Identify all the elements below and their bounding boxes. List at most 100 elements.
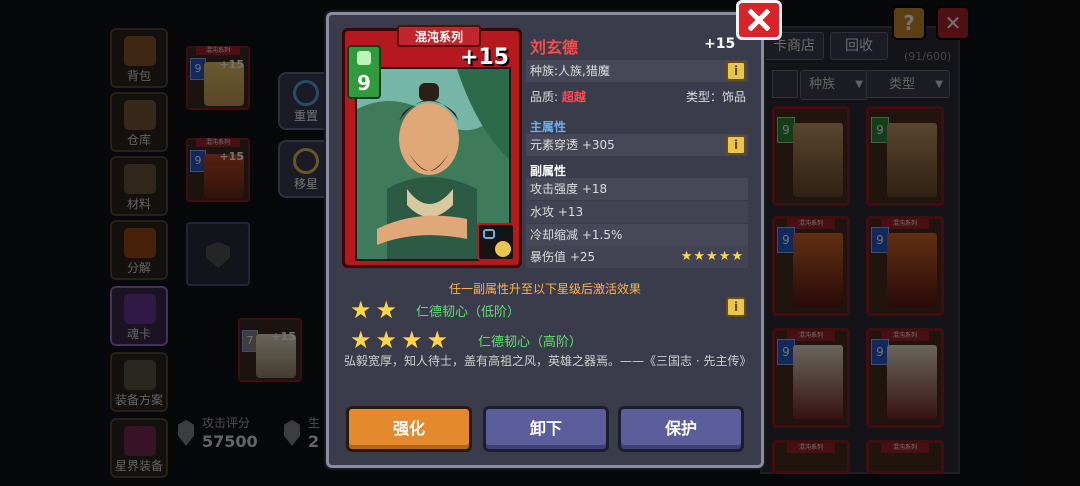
card-cost-badge: 9 — [347, 45, 381, 99]
sub-attribute-title: 副属性 — [530, 164, 567, 178]
star-icon: ★ — [401, 326, 423, 354]
empty-card-slot[interactable] — [186, 222, 250, 286]
sidebar-item-label: 仓库 — [126, 133, 151, 147]
card-portrait — [887, 123, 937, 197]
shield-icon — [206, 242, 230, 268]
card-plus-level: +15 — [219, 58, 244, 71]
equipment-plan-icon — [124, 360, 156, 390]
swap-icon — [483, 229, 495, 239]
astral-equipment-icon — [124, 426, 156, 456]
card-portrait — [793, 233, 843, 307]
card-cost: 9 — [357, 71, 371, 95]
inventory-card[interactable]: 混沌系列 — [772, 440, 850, 474]
equipped-card-slot[interactable]: 7 +15 — [238, 318, 302, 382]
inventory-card[interactable]: 9 — [772, 106, 850, 206]
sub-attribute-row: 攻击强度 +18 — [526, 178, 748, 200]
star-icon: ★ — [350, 326, 372, 354]
info-icon[interactable]: i — [726, 297, 746, 317]
equipped-card-slot[interactable]: 混沌系列 9 +15 — [186, 138, 250, 202]
inventory-card[interactable]: 混沌系列 — [866, 440, 944, 474]
star-icon: ★ — [718, 249, 731, 264]
card-portrait — [793, 123, 843, 197]
tab-recycle[interactable]: 回收 — [830, 32, 888, 60]
race-text: 种族:人族,猎魔 — [530, 64, 610, 78]
chevron-down-icon: ▼ — [935, 79, 943, 90]
exit-button[interactable]: ✕ — [936, 6, 970, 40]
help-button[interactable]: ? — [892, 6, 926, 40]
sword-icon — [178, 420, 194, 446]
activation-hint: 任一副属性升至以下星级后激活效果 — [448, 282, 641, 296]
type-filter-dropdown[interactable]: 类型 ▼ — [866, 70, 950, 98]
enhance-button[interactable]: 强化 — [346, 406, 472, 452]
card-series-label: 混沌系列 — [881, 443, 929, 453]
unequip-button[interactable]: 卸下 — [483, 406, 609, 452]
move-star-label: 移星 — [293, 177, 318, 191]
sidebar-item-label: 星界装备 — [114, 459, 163, 473]
defense-score-value: 2 — [308, 432, 320, 451]
card-series-label: 混沌系列 — [787, 443, 835, 453]
quality-value: 超越 — [561, 90, 586, 104]
skull-icon — [495, 241, 511, 257]
main-attribute-row: 元素穿透 +305 — [526, 134, 748, 156]
sub-attribute-row: 冷却缩减 +1.5% — [526, 224, 748, 246]
race-filter-label: 种族 — [809, 77, 836, 92]
inventory-card[interactable]: 混沌系列 9 — [772, 216, 850, 316]
sidebar-item-label: 魂卡 — [126, 327, 151, 341]
sidebar-item-backpack[interactable]: 背包 — [110, 28, 168, 88]
sub-attribute-value: 冷却缩减 +1.5% — [530, 228, 623, 242]
sidebar-item-equipment-plan[interactable]: 装备方案 — [110, 352, 168, 412]
protect-button[interactable]: 保护 — [618, 406, 744, 452]
inventory-card[interactable]: 混沌系列 9 — [866, 216, 944, 316]
card-portrait — [887, 233, 937, 307]
swap-icon — [293, 148, 319, 174]
soul-card-icon — [124, 294, 156, 324]
star-icon: ★ — [680, 249, 693, 264]
set-low-label: 仁德韧心（低阶） — [416, 305, 521, 320]
main-attribute-title: 主属性 — [530, 120, 567, 134]
inventory-card[interactable]: 9 — [866, 106, 944, 206]
close-button[interactable] — [736, 0, 782, 40]
race-row: 种族:人族,猎魔 — [526, 60, 748, 82]
star-icon: ★ — [350, 296, 372, 324]
star-icon: ★ — [731, 249, 743, 264]
card-series-label: 混沌系列 — [196, 46, 240, 55]
attack-score-label: 攻击评分 — [202, 416, 251, 430]
sub-attribute-row: 水攻 +13 — [526, 201, 748, 223]
race-filter-dropdown[interactable]: 种族 ▼ — [800, 70, 868, 100]
info-icon[interactable]: i — [726, 61, 746, 81]
info-icon[interactable]: i — [726, 135, 746, 155]
sidebar-item-soul-card[interactable]: 魂卡 — [110, 286, 168, 346]
card-portrait — [793, 345, 843, 419]
inventory-card[interactable]: 混沌系列 9 — [772, 328, 850, 428]
card-plus-level: +15 — [219, 150, 244, 163]
star-icon: ★ — [375, 326, 398, 354]
sidebar-item-label: 材料 — [126, 197, 151, 211]
star-icon: ★ — [375, 296, 398, 324]
ability-icon — [477, 223, 515, 261]
sidebar-item-materials[interactable]: 材料 — [110, 156, 168, 216]
sidebar-item-astral-equipment[interactable]: 星界装备 — [110, 418, 168, 478]
inventory-card[interactable]: 混沌系列 9 — [866, 328, 944, 428]
flavor-quote: 弘毅宽厚，知人待士，盖有高祖之风，英雄之器焉。——《三国志 · 先主传》 — [344, 354, 752, 368]
card-series-tag: 混沌系列 — [397, 25, 481, 47]
card-enhance-level: +15 — [459, 45, 509, 70]
sidebar-item-decompose[interactable]: 分解 — [110, 220, 168, 280]
hero-card: 混沌系列 9 +15 — [342, 25, 522, 268]
card-series-label: 混沌系列 — [196, 138, 240, 147]
main-attribute-value: 元素穿透 +305 — [530, 138, 615, 152]
set-low-stars: ★ ★ — [350, 296, 401, 324]
grid-view-icon[interactable] — [772, 70, 798, 98]
sidebar-item-storage[interactable]: 仓库 — [110, 92, 168, 152]
sub-attribute-row: 暴伤值 +25 ★★★★★ — [526, 246, 748, 268]
refresh-icon — [293, 80, 319, 106]
sidebar-item-label: 装备方案 — [114, 393, 163, 407]
sub-attribute-value: 攻击强度 +18 — [530, 182, 608, 196]
card-portrait — [887, 345, 937, 419]
sidebar-item-label: 背包 — [126, 69, 151, 83]
potion-icon — [357, 51, 371, 65]
star-icon: ★ — [426, 326, 449, 354]
type-filter-label: 类型 — [889, 77, 916, 92]
sidebar-item-label: 分解 — [126, 261, 151, 275]
quality-row: 品质: 超越 类型：饰品 — [526, 86, 748, 108]
equipped-card-slot[interactable]: 混沌系列 9 +15 — [186, 46, 250, 110]
